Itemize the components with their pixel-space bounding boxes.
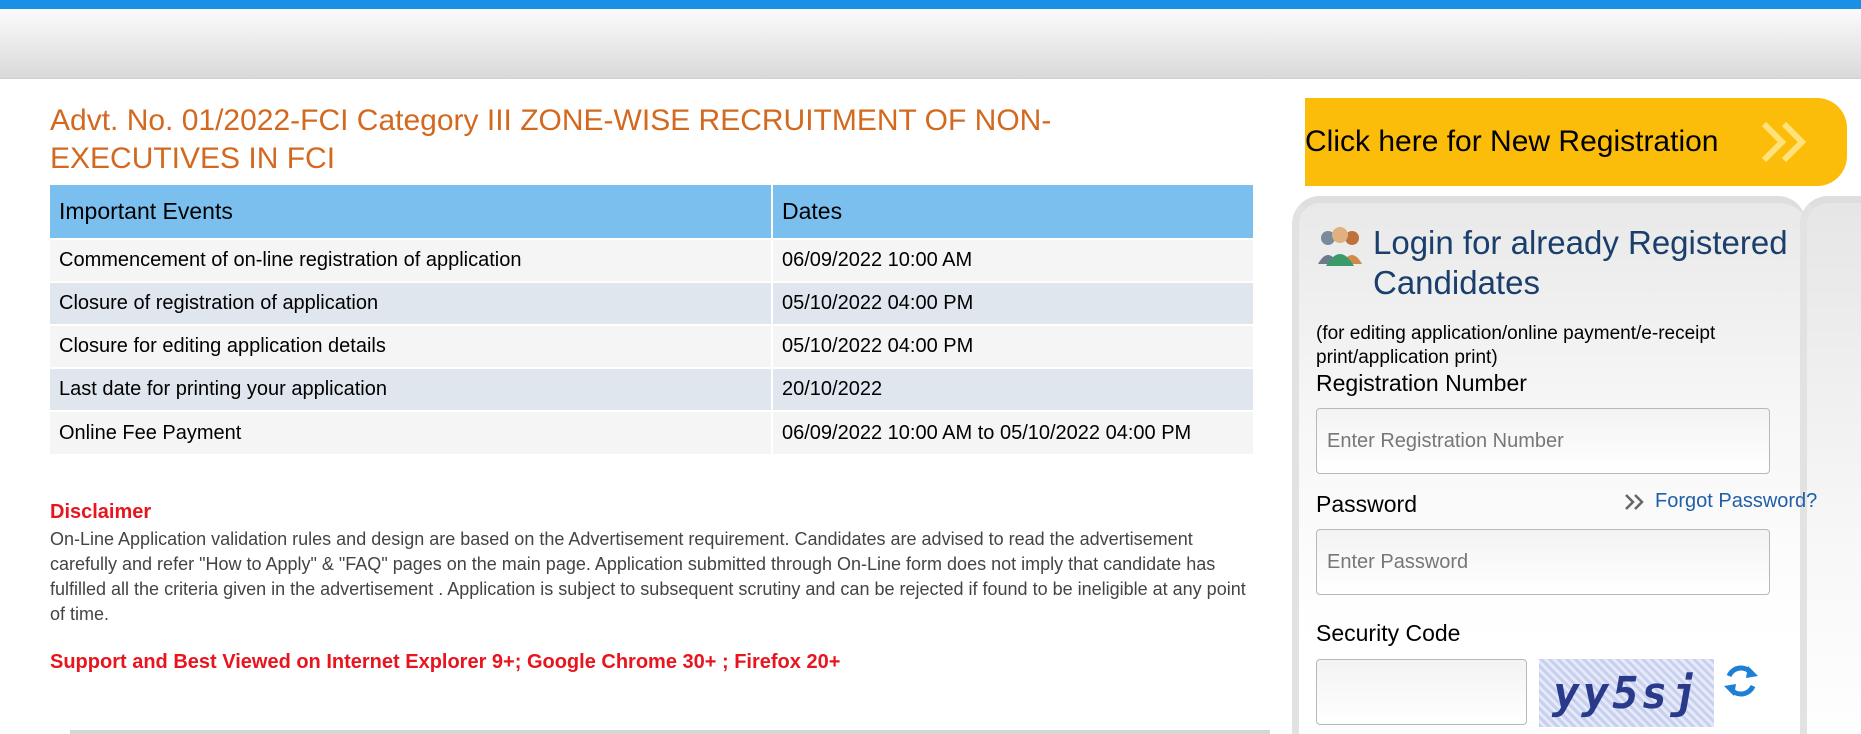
footer-divider <box>70 730 1270 734</box>
event-cell: Online Fee Payment <box>50 410 773 454</box>
users-icon <box>1318 227 1362 266</box>
table-row: Online Fee Payment 06/09/2022 10:00 AM t… <box>50 410 1255 454</box>
forgot-password-label: Forgot Password? <box>1655 490 1818 512</box>
forgot-password-link[interactable]: Forgot Password? <box>1624 490 1817 513</box>
table-header-row: Important Events Dates <box>50 185 1255 239</box>
top-accent-bar <box>0 0 1861 9</box>
captcha-image: yy5sj <box>1539 659 1714 727</box>
captcha-text: yy5sj <box>1548 667 1705 719</box>
double-chevron-right-icon <box>1625 493 1644 510</box>
password-label: Password <box>1316 491 1417 517</box>
disclaimer-title: Disclaimer <box>50 501 152 523</box>
table-row: Commencement of on-line registration of … <box>50 238 1255 282</box>
header-bar <box>0 9 1861 79</box>
date-cell: 05/10/2022 04:00 PM <box>772 324 1255 368</box>
login-subtitle: (for editing application/online payment/… <box>1316 323 1716 368</box>
event-cell: Last date for printing your application <box>50 367 773 411</box>
event-cell: Commencement of on-line registration of … <box>50 238 773 282</box>
column-header-events: Important Events <box>50 185 773 239</box>
registration-number-label: Registration Number <box>1316 370 1527 396</box>
login-title: Login for already Registered Candidates <box>1373 224 1788 301</box>
refresh-icon[interactable] <box>1722 662 1760 700</box>
date-cell: 05/10/2022 04:00 PM <box>772 281 1255 325</box>
important-events-table: Important Events Dates Commencement of o… <box>50 185 1255 454</box>
table-row: Closure for editing application details … <box>50 324 1255 368</box>
security-code-input[interactable] <box>1316 659 1527 725</box>
event-cell: Closure of registration of application <box>50 281 773 325</box>
disclaimer-text: On-Line Application validation rules and… <box>50 529 1246 624</box>
date-cell: 06/09/2022 10:00 AM <box>772 238 1255 282</box>
date-cell: 06/09/2022 10:00 AM to 05/10/2022 04:00 … <box>772 410 1255 454</box>
table-row: Last date for printing your application … <box>50 367 1255 411</box>
page-title: Advt. No. 01/2022-FCI Category III ZONE-… <box>50 104 1052 175</box>
browser-support-note: Support and Best Viewed on Internet Expl… <box>50 651 841 673</box>
password-input[interactable] <box>1316 529 1770 595</box>
security-code-label: Security Code <box>1316 620 1461 646</box>
registration-number-input[interactable] <box>1316 408 1770 474</box>
event-cell: Closure for editing application details <box>50 324 773 368</box>
date-cell: 20/10/2022 <box>772 367 1255 411</box>
column-header-dates: Dates <box>772 185 1255 239</box>
double-chevron-right-icon <box>1761 121 1807 163</box>
new-registration-button[interactable]: Click here for New Registration <box>1305 98 1847 186</box>
table-row: Closure of registration of application 0… <box>50 281 1255 325</box>
new-registration-label: Click here for New Registration <box>1305 125 1719 158</box>
